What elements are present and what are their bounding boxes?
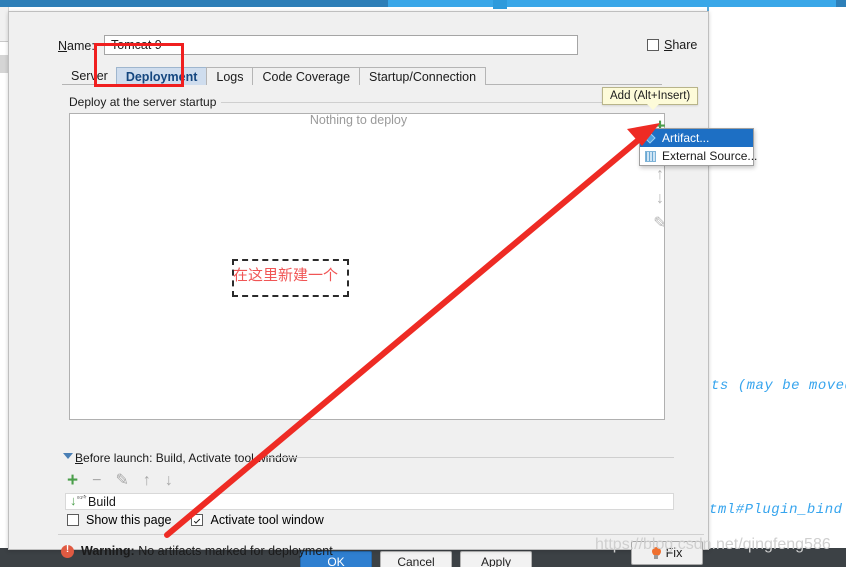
footer-separator	[58, 534, 704, 535]
show-this-page-label: Show this page	[86, 513, 172, 527]
tab-logs[interactable]: Logs	[206, 67, 254, 85]
menu-item-external-source[interactable]: External Source...	[640, 147, 757, 165]
warning-row: Warning: No artifacts marked for deploym…	[61, 544, 333, 558]
dialog-footer-buttons: OK Cancel Apply	[300, 551, 532, 567]
before-launch-item-row[interactable]: Build	[65, 493, 674, 510]
deploy-group-title: Deploy at the server startup	[69, 95, 222, 109]
edit-icon[interactable]: ✎	[649, 211, 671, 235]
ide-title-bar-accent	[388, 0, 836, 7]
before-launch-toolbar: + − ✎ ↑ ↓	[67, 471, 173, 490]
add-popup-menu: Artifact... External Source...	[639, 128, 757, 166]
build-task-icon	[70, 493, 86, 508]
before-launch-item-label: Build	[88, 494, 116, 509]
cancel-button[interactable]: Cancel	[380, 551, 452, 567]
before-launch-add-icon[interactable]: +	[67, 471, 78, 490]
share-label: Share	[664, 38, 697, 52]
move-up-icon[interactable]: ↑	[649, 163, 671, 187]
menu-item-external-source-label: External Source...	[662, 149, 758, 163]
share-checkbox-row[interactable]: Share	[647, 38, 697, 52]
before-launch-move-up-icon[interactable]: ↑	[143, 472, 151, 489]
before-launch-line	[267, 457, 674, 458]
deployment-list-box[interactable]	[69, 113, 665, 420]
menu-item-artifact-label: Artifact...	[662, 131, 710, 145]
warning-prefix: Warning:	[81, 544, 135, 558]
before-launch-title-mnemonic: B	[75, 451, 84, 465]
annotation-chinese-note: 在这里新建一个	[233, 266, 339, 284]
show-this-page-checkbox[interactable]	[67, 514, 79, 526]
watermark: https://blog.csdn.net/qingfeng586	[595, 536, 831, 553]
warning-text: Warning: No artifacts marked for deploym…	[81, 544, 333, 558]
tab-startup-connection[interactable]: Startup/Connection	[359, 67, 487, 85]
editor-code-line-1: ts (may be moved	[711, 378, 846, 394]
annotation-highlight-deployment-tab	[94, 43, 184, 87]
activate-tool-window-label: Activate tool window	[210, 513, 324, 527]
add-tooltip: Add (Alt+Insert)	[602, 87, 699, 110]
before-launch-options: Show this page Activate tool window	[67, 513, 324, 527]
activate-tool-window-checkbox[interactable]	[191, 514, 204, 526]
before-launch-remove-icon[interactable]: −	[92, 472, 101, 489]
editor-code-line-2: tml#Plugin_bind	[709, 502, 843, 518]
apply-button[interactable]: Apply	[460, 551, 532, 567]
share-label-rest: hare	[672, 38, 698, 52]
share-checkbox[interactable]	[647, 39, 659, 51]
external-source-icon	[645, 150, 656, 162]
name-label-rest: ame:	[67, 39, 95, 53]
name-label-mnemonic: N	[58, 39, 68, 53]
menu-item-artifact[interactable]: Artifact...	[640, 129, 753, 147]
artifact-diamond-icon	[645, 133, 656, 144]
ide-title-bar-marker	[493, 0, 507, 9]
warning-icon	[61, 544, 74, 558]
before-launch-collapse-icon[interactable]	[63, 453, 73, 459]
empty-state-label: Nothing to deploy	[309, 113, 408, 127]
move-down-icon[interactable]: ↓	[649, 187, 671, 211]
name-label: Name:	[58, 39, 95, 53]
before-launch-title-rest: efore launch: Build, Activate tool windo…	[83, 451, 298, 465]
before-launch-edit-icon[interactable]: ✎	[115, 472, 128, 489]
warning-message: No artifacts marked for deployment	[138, 544, 333, 558]
before-launch-title: Before launch: Build, Activate tool wind…	[75, 451, 297, 465]
before-launch-move-down-icon[interactable]: ↓	[165, 472, 173, 489]
screenshot-root: ts (may be moved tml#Plugin_bind OK Canc…	[0, 0, 846, 567]
tab-code-coverage[interactable]: Code Coverage	[252, 67, 361, 85]
